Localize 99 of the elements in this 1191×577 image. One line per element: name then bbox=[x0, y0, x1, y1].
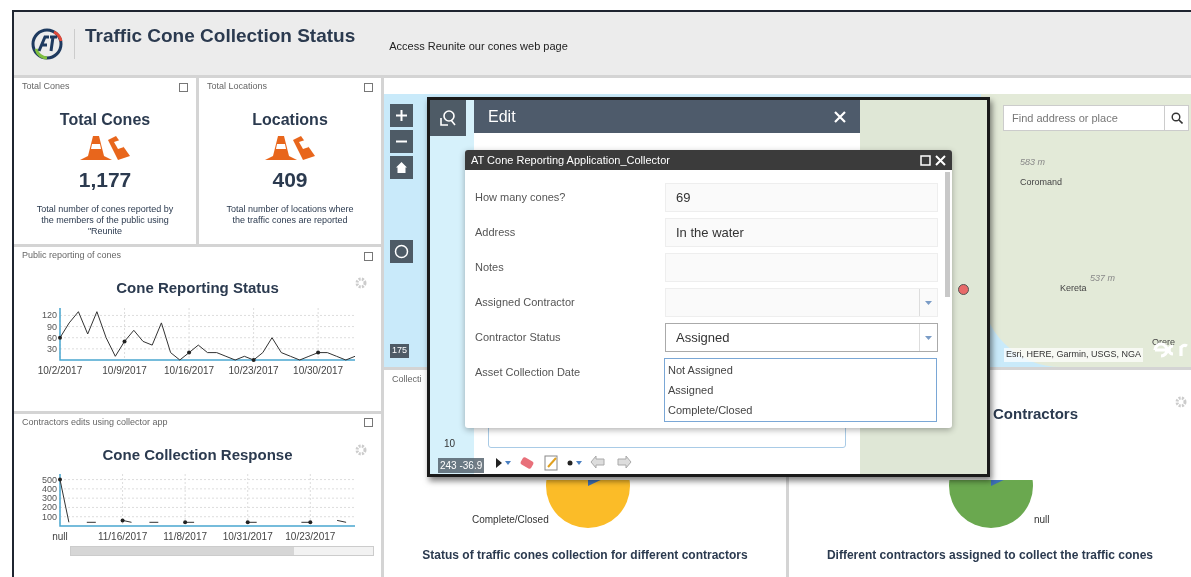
axis-tick-label: 200 bbox=[41, 502, 57, 513]
axis-tick-label: 11/8/2017 bbox=[163, 531, 208, 542]
input-field[interactable]: In the water bbox=[665, 218, 938, 247]
axis-tick-label: 10/30/2017 bbox=[293, 364, 344, 376]
selected-point-marker bbox=[958, 284, 969, 295]
field-label: Assigned Contractor bbox=[475, 295, 576, 311]
field-label: Contractor Status bbox=[475, 330, 562, 346]
indicator-description: Total number of cones reported by the members of the public using "Reunite bbox=[35, 203, 175, 237]
logo-icon bbox=[30, 26, 64, 61]
home-button[interactable] bbox=[390, 156, 413, 179]
close-icon[interactable] bbox=[834, 110, 846, 123]
axis-tick-label: 10/9/2017 bbox=[102, 364, 147, 376]
dropdown-option[interactable]: Not Assigned bbox=[665, 360, 936, 380]
indicator-title: Locations bbox=[251, 110, 329, 130]
plus-icon bbox=[395, 109, 408, 122]
axis-tick-label: 60 bbox=[47, 332, 57, 343]
home-icon bbox=[395, 161, 408, 174]
panel-caption: Total Cones bbox=[22, 80, 70, 94]
axis-tick-label: 10/31/2017 bbox=[222, 531, 273, 542]
map-attribution: Esri, HERE, Garmin, USGS, NGA bbox=[1003, 348, 1143, 362]
chart-footer: Different contractors assigned to collect the traffic cones bbox=[789, 546, 1191, 564]
chart-title: Contractors bbox=[993, 404, 1078, 424]
field-label: Address bbox=[475, 225, 517, 241]
panel-caption: Total Locations bbox=[207, 80, 268, 94]
data-point bbox=[308, 520, 313, 525]
scrollbar-thumb[interactable] bbox=[945, 172, 950, 297]
pointer-tool-icon[interactable] bbox=[494, 455, 512, 471]
map-scale-value: 10 bbox=[444, 437, 456, 451]
field-label: Asset Collection Date bbox=[475, 365, 582, 381]
maximize-icon[interactable] bbox=[364, 82, 373, 92]
axis-tick-label: 400 bbox=[41, 483, 57, 494]
search-input[interactable]: Find address or place bbox=[1004, 106, 1164, 130]
map-logo-icon bbox=[1151, 340, 1191, 360]
indicator-description: Total number of locations where the traffic cones are reported bbox=[225, 203, 355, 226]
maximize-icon[interactable] bbox=[179, 82, 188, 92]
maximize-icon[interactable] bbox=[364, 418, 373, 427]
locate-button[interactable] bbox=[390, 240, 413, 263]
data-point bbox=[245, 520, 250, 525]
zoom-out-button[interactable] bbox=[390, 130, 413, 153]
dropdown-field[interactable] bbox=[665, 288, 938, 317]
close-icon[interactable] bbox=[935, 154, 946, 166]
maximize-icon[interactable] bbox=[364, 251, 373, 261]
search-icon[interactable] bbox=[1170, 112, 1183, 124]
indicator-value: 1,177 bbox=[77, 167, 133, 193]
chart-title: Cone Collection Response bbox=[101, 444, 294, 465]
panel-caption: Contractors edits using collector app bbox=[22, 415, 168, 429]
map-label: Kereta bbox=[1060, 282, 1088, 295]
dropdown-field[interactable]: Assigned bbox=[665, 323, 938, 352]
chart-scrollbar[interactable] bbox=[70, 546, 374, 556]
input-field[interactable]: 69 bbox=[665, 183, 938, 212]
field-label: Notes bbox=[475, 260, 505, 276]
axis-tick-label: 500 bbox=[41, 474, 57, 485]
search-field[interactable]: Find address or place bbox=[1003, 105, 1189, 131]
dropdown-option[interactable]: Complete/Closed bbox=[665, 400, 936, 420]
axis-tick-label: 300 bbox=[41, 493, 57, 504]
panel-caption: Public reporting of cones bbox=[22, 249, 122, 263]
axis-tick-label: 90 bbox=[47, 321, 57, 332]
axis-tick-label: 11/16/2017 bbox=[97, 531, 148, 542]
map-label: Coromand bbox=[1020, 176, 1064, 189]
edit-title: Edit bbox=[488, 106, 516, 127]
dropdown-option[interactable]: Assigned bbox=[665, 380, 936, 400]
chart-title: Cone Reporting Status bbox=[115, 278, 280, 298]
data-point bbox=[58, 477, 62, 482]
coordinates-readout: 243 -36.9 bbox=[438, 458, 485, 473]
data-point bbox=[120, 518, 125, 523]
map-scale-value: 175 bbox=[390, 344, 410, 358]
panel-caption: Collecti bbox=[392, 373, 422, 386]
locate-icon bbox=[394, 244, 409, 259]
zoom-in-button[interactable] bbox=[390, 104, 413, 127]
axis-tick-label: 10/2/2017 bbox=[37, 364, 83, 376]
axis-tick-label: 100 bbox=[41, 511, 57, 522]
map-label: 537 m bbox=[1090, 272, 1116, 285]
data-point bbox=[316, 350, 321, 355]
axis-tick-label: 10/23/2017 bbox=[228, 364, 279, 376]
axis-tick-label: 10/16/2017 bbox=[164, 364, 215, 376]
data-point bbox=[251, 357, 256, 362]
web-page-link[interactable]: Access Reunite our cones web page bbox=[389, 38, 568, 55]
search-tool-button[interactable] bbox=[430, 100, 466, 136]
data-point bbox=[58, 335, 62, 340]
indicator-title: Total Cones bbox=[58, 110, 152, 130]
axis-tick-label: null bbox=[52, 531, 68, 542]
slice-label: Complete/Closed bbox=[472, 513, 549, 527]
chart-footer: Status of traffic cones collection for different contractors bbox=[384, 546, 786, 564]
field-label: How many cones? bbox=[475, 190, 567, 206]
dashboard-title: Traffic Cone Collection Status bbox=[85, 24, 356, 49]
edit-icon[interactable] bbox=[542, 455, 560, 471]
slice-label: null bbox=[1034, 513, 1050, 527]
caret-icon bbox=[925, 300, 932, 305]
caret-icon bbox=[925, 335, 932, 340]
indicator-value: 409 bbox=[271, 167, 309, 193]
data-point bbox=[122, 338, 127, 343]
data-point bbox=[187, 350, 192, 355]
axis-tick-label: 120 bbox=[41, 309, 57, 320]
axis-tick-label: 30 bbox=[47, 343, 57, 354]
data-point bbox=[183, 520, 188, 525]
search-icon bbox=[439, 109, 457, 127]
map-label: 583 m bbox=[1020, 156, 1046, 169]
axis-tick-label: 10/23/2017 bbox=[285, 531, 336, 542]
form-title: AT Cone Reporting Application_Collector bbox=[471, 152, 670, 168]
